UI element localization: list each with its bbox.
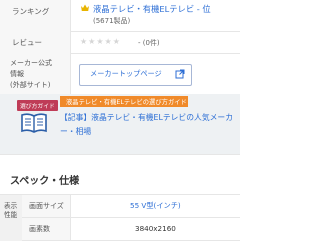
spec-value: 3840x2160 [135,224,176,233]
review-label: レビュー [12,38,42,47]
spec-category-label: 表示性能 [4,202,18,219]
spec-row: 画面サイズ 55 V型(インチ) [22,195,240,218]
guide-badge: 選び方ガイド [17,100,58,111]
spec-label: 画素数 [29,225,50,233]
ranking-row: ランキング 液晶テレビ・有機ELテレビ - 位 (5671製品) [0,0,240,32]
ranking-category-link[interactable]: 液晶テレビ・有機ELテレビ - 位 [93,3,211,15]
maker-info-row: メーカー公式 情報 (外部サイト) メーカートップページ [0,53,240,95]
guide-article-link[interactable]: 【記事】液晶テレビ・有機ELテレビの人気メーカー・相場 [60,111,235,139]
spec-category-cell: 表示性能 [0,195,23,241]
external-link-icon [175,69,185,79]
spec-table: 表示性能 画面サイズ 55 V型(インチ) 画素数 3840x2160 [0,194,240,241]
maker-top-page-button[interactable]: メーカートップページ [79,64,192,86]
book-icon [21,113,47,133]
product-detail-page: ランキング 液晶テレビ・有機ELテレビ - 位 (5671製品) レビュー ★★… [0,0,240,241]
maker-label-line: 情報 [10,70,24,78]
rating-stars: ★★★★★ [80,37,121,46]
crown-icon [81,4,89,11]
maker-label-line: メーカー公式 [10,59,52,67]
review-label-cell: レビュー [0,31,71,53]
maker-label: メーカー公式 情報 (外部サイト) [10,58,52,91]
review-row: レビュー ★★★★★ - (0件) [0,31,240,54]
guide-banner: 液晶テレビ・有機ELテレビの選び方ガイド [60,96,188,107]
spec-section-title: スペック・仕様 [10,176,80,187]
spec-label: 画面サイズ [29,202,64,210]
spec-row: 画素数 3840x2160 [22,218,240,241]
maker-label-line: (外部サイト) [10,81,51,89]
spec-label-cell: 画面サイズ [22,195,71,217]
ranking-product-count: (5671製品) [93,17,131,25]
spec-value-link[interactable]: 55 V型(インチ) [130,201,181,211]
maker-top-page-label: メーカートップページ [90,69,162,78]
buying-guide-block[interactable]: 選び方ガイド 液晶テレビ・有機ELテレビの選び方ガイド 【記事】液晶テレビ・有機… [0,94,240,155]
spec-label-cell: 画素数 [22,218,71,240]
guide-banner-text: 液晶テレビ・有機ELテレビの選び方ガイド [66,99,187,106]
ranking-label-cell: ランキング [0,0,71,31]
ranking-label: ランキング [12,7,50,16]
maker-label-cell: メーカー公式 情報 (外部サイト) [0,53,71,94]
review-count[interactable]: - (0件) [138,38,160,48]
